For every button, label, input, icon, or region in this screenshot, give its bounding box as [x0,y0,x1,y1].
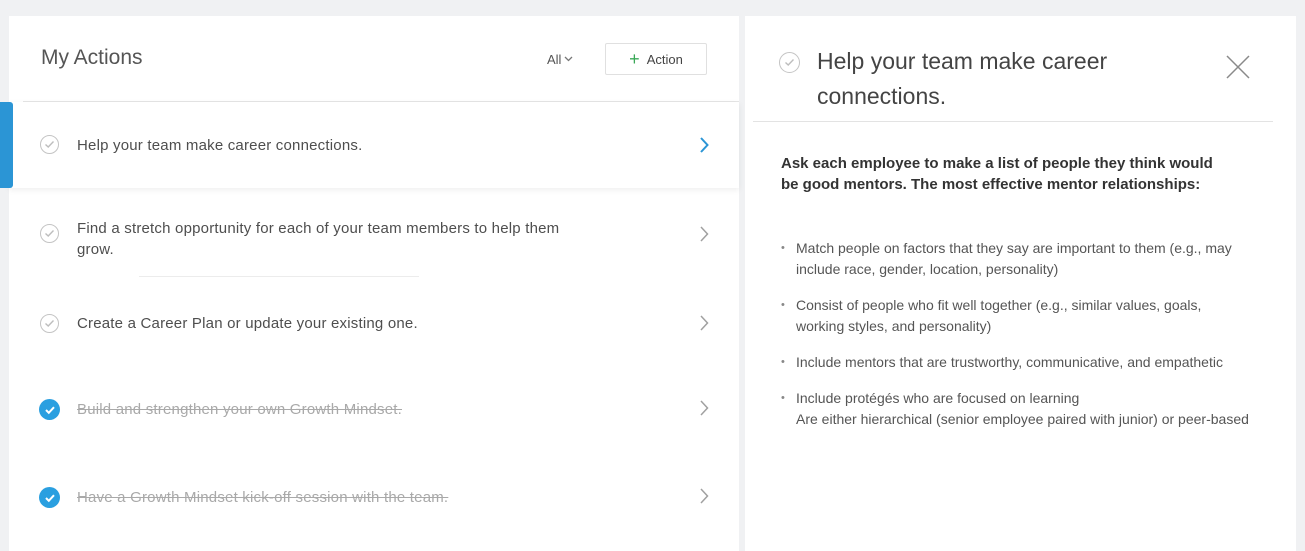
detail-bullet-text: Are either hierarchical (senior employee… [796,411,1249,427]
detail-bullet: Consist of people who fit well together … [781,295,1251,337]
chevron-right-icon[interactable] [697,487,711,505]
panel-title: My Actions [41,46,143,69]
chevron-down-icon [564,54,573,65]
detail-bullet: Include protégés who are focused on lear… [781,388,1251,430]
chevron-right-icon[interactable] [697,399,711,417]
action-list: Help your team make career connections. … [0,102,739,535]
list-item[interactable]: Create a Career Plan or update your exis… [9,277,739,363]
list-item-label: Find a stretch opportunity for each of y… [77,220,560,258]
add-action-label: Action [646,51,683,67]
detail-bullet: Match people on factors that they say ar… [781,238,1251,280]
list-item[interactable]: Have a Growth Mindset kick-off session w… [9,449,739,535]
detail-bullet-list: Match people on factors that they say ar… [781,238,1251,445]
check-circle-outline-icon[interactable] [40,314,59,333]
detail-bullet-text: Include protégés who are focused on lear… [796,390,1080,406]
list-item-label: Have a Growth Mindset kick-off session w… [77,489,449,506]
check-circle-outline-icon[interactable] [40,224,59,243]
detail-bullet: Include mentors that are trustworthy, co… [781,352,1251,373]
detail-title: Help your team make career connections. [817,48,1108,109]
plus-icon: + [629,49,640,69]
add-action-button[interactable]: + Action [605,43,707,75]
detail-intro: Ask each employee to make a list of peop… [781,155,1213,193]
chevron-right-icon[interactable] [697,136,711,154]
check-circle-outline-icon[interactable] [779,52,800,73]
list-item[interactable]: Find a stretch opportunity for each of y… [9,188,739,277]
detail-panel: Help your team make career connections. … [745,16,1296,551]
check-circle-filled-icon[interactable] [39,399,60,420]
filter-dropdown[interactable]: All [547,52,573,67]
detail-divider [753,121,1273,122]
list-item-label: Create a Career Plan or update your exis… [77,315,418,332]
list-item[interactable]: Build and strengthen your own Growth Min… [9,363,739,449]
list-item-label: Build and strengthen your own Growth Min… [77,401,403,418]
actions-panel: My Actions All + Action Help your team m… [0,16,739,551]
filter-label: All [547,52,562,67]
chevron-right-icon[interactable] [697,225,711,243]
list-item-label: Help your team make career connections. [77,137,363,154]
close-icon[interactable] [1225,54,1251,80]
check-circle-filled-icon[interactable] [39,487,60,508]
list-item[interactable]: Help your team make career connections. [0,102,739,188]
chevron-right-icon[interactable] [697,314,711,332]
selected-indicator [0,102,13,188]
check-circle-outline-icon[interactable] [40,135,59,154]
